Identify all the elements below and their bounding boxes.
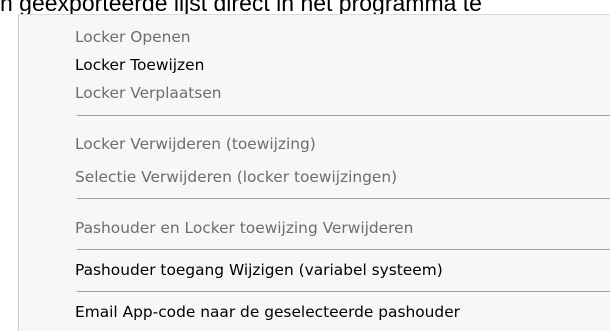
- menu-item-pashouder-en-locker-verwijderen[interactable]: Pashouder en Locker toewijzing Verwijder…: [75, 214, 413, 242]
- menu-item-locker-verplaatsen[interactable]: Locker Verplaatsen: [75, 79, 222, 107]
- context-menu: Locker Openen Locker Toewijzen Locker Ve…: [18, 14, 610, 331]
- menu-item-locker-toewijzen[interactable]: Locker Toewijzen: [75, 51, 204, 79]
- menu-item-selectie-verwijderen[interactable]: Selectie Verwijderen (locker toewijzinge…: [75, 163, 397, 191]
- menu-separator: [77, 291, 610, 292]
- menu-item-locker-openen[interactable]: Locker Openen: [75, 23, 191, 51]
- menu-separator: [77, 115, 610, 116]
- menu-item-locker-verwijderen[interactable]: Locker Verwijderen (toewijzing): [75, 130, 316, 158]
- menu-separator: [77, 249, 610, 250]
- menu-separator: [77, 198, 610, 199]
- menu-item-pashouder-toegang-wijzigen[interactable]: Pashouder toegang Wijzigen (variabel sys…: [75, 256, 443, 284]
- menu-item-email-app-code[interactable]: Email App-code naar de geselecteerde pas…: [75, 298, 460, 326]
